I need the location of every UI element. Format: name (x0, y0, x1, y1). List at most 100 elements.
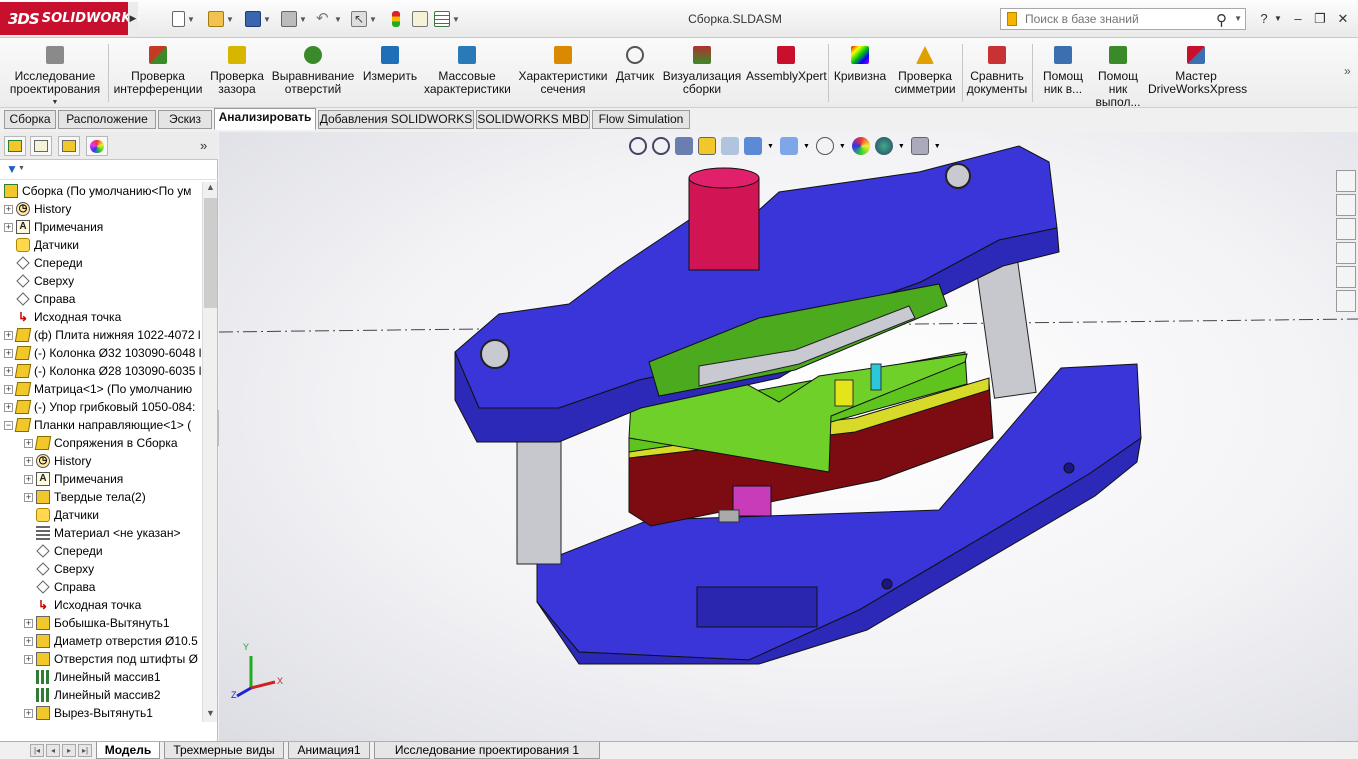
tree-item[interactable]: + Твердые тела(2) (24, 488, 146, 506)
tab-assembly[interactable]: Сборка (4, 110, 56, 129)
tab-flow-simulation[interactable]: Flow Simulation (592, 110, 690, 129)
search-input[interactable] (1025, 12, 1205, 26)
expand-icon[interactable]: + (4, 348, 13, 358)
previous-tab-icon[interactable]: ◂ (46, 744, 60, 757)
chevron-down-icon[interactable]: ▼ (369, 15, 377, 24)
custom-properties-icon[interactable] (1336, 290, 1356, 312)
search-icon[interactable]: ⚲ (1216, 11, 1227, 29)
tree-item[interactable]: Датчики (4, 236, 79, 254)
tree-item[interactable]: Линейный массив1 (24, 668, 161, 686)
filter-icon[interactable]: ▼ (6, 162, 18, 176)
expand-panel-icon[interactable]: » (200, 138, 207, 153)
options-button[interactable]: ▼ (434, 10, 460, 28)
tree-scrollbar[interactable]: ▲ ▼ (202, 182, 217, 722)
assembly-model-svg[interactable] (219, 132, 1358, 741)
expand-icon[interactable]: + (24, 456, 33, 466)
assistant-button[interactable]: Помощ ник в... (1038, 42, 1088, 96)
expand-icon[interactable]: + (24, 492, 33, 502)
property-manager-tab[interactable] (30, 136, 52, 156)
section-properties-button[interactable]: Характеристики сечения (516, 42, 610, 96)
new-document-button[interactable]: ▼ (172, 10, 195, 28)
tree-item[interactable]: Справа (24, 578, 95, 596)
curvature-button[interactable]: Кривизна (832, 42, 888, 83)
chevron-down-icon[interactable]: ▼ (226, 15, 234, 24)
tab-3d-views[interactable]: Трехмерные виды (164, 742, 284, 759)
configuration-manager-tab[interactable] (58, 136, 80, 156)
tree-item[interactable]: − Планки направляющие<1> ( (4, 416, 191, 434)
minimize-icon[interactable]: – (1288, 10, 1308, 28)
tree-item[interactable]: ↳ Исходная точка (4, 308, 121, 326)
select-button[interactable]: ↖ ▼ (351, 10, 377, 28)
tree-item[interactable]: Сверху (4, 272, 74, 290)
scroll-thumb[interactable] (204, 198, 217, 308)
expand-icon[interactable]: + (24, 636, 33, 646)
expand-icon[interactable]: + (4, 204, 13, 214)
measure-button[interactable]: Измерить (360, 42, 420, 83)
design-study-button[interactable]: Исследование проектирования ▼ (4, 42, 106, 109)
last-tab-icon[interactable]: ▸| (78, 744, 92, 757)
expand-icon[interactable]: + (4, 366, 13, 376)
interference-check-button[interactable]: Проверка интерференции (112, 42, 204, 96)
sensor-button[interactable]: Датчик (612, 42, 658, 83)
tree-item[interactable]: + ◷ History (4, 200, 71, 218)
rebuild-button[interactable] (392, 10, 400, 28)
clearance-check-button[interactable]: Проверка зазора (206, 42, 268, 96)
tree-item[interactable]: + Бобышка-Вытянуть1 (24, 614, 170, 632)
tree-item[interactable]: ↳ Исходная точка (24, 596, 141, 614)
tree-item[interactable]: + A Примечания (24, 470, 123, 488)
mass-properties-button[interactable]: Массовые характеристики (424, 42, 511, 96)
appearances-icon[interactable] (1336, 266, 1356, 288)
expand-icon[interactable]: + (4, 330, 13, 340)
restore-icon[interactable]: ❐ (1310, 10, 1330, 28)
tree-item[interactable]: + ◷ History (24, 452, 91, 470)
open-button[interactable]: ▼ (208, 10, 234, 28)
tree-item[interactable]: + (-) Колонка Ø32 103090-6048 l (4, 344, 201, 362)
tab-sketch[interactable]: Эскиз (158, 110, 212, 129)
tree-item[interactable]: + Отверстия под штифты Ø (24, 650, 198, 668)
tree-item[interactable]: + (ф) Плита нижняя 1022-4072 l (4, 326, 201, 344)
undo-button[interactable]: ↶ ▼ (316, 10, 342, 28)
expand-icon[interactable]: + (4, 384, 13, 394)
chevron-down-icon[interactable]: ▼ (452, 15, 460, 24)
chevron-down-icon[interactable]: ▼ (263, 15, 271, 24)
tree-item[interactable]: Спереди (24, 542, 103, 560)
symmetry-check-button[interactable]: Проверка симметрии (892, 42, 958, 96)
solidworks-logo[interactable]: 3DS SOLIDWORKS ▶ (0, 2, 141, 35)
view-palette-icon[interactable] (1336, 242, 1356, 264)
tab-animation[interactable]: Анимация1 (288, 742, 370, 759)
first-tab-icon[interactable]: |◂ (30, 744, 44, 757)
tree-item[interactable]: + (-) Упор грибковый 1050-084: (4, 398, 195, 416)
left-pillar[interactable] (516, 431, 562, 565)
tree-item[interactable]: + A Примечания (4, 218, 103, 236)
graphics-area[interactable]: ▼ ▼ ▼ ▼ ▼ Y X Z (219, 132, 1358, 741)
assembly-visualization-button[interactable]: Визуализация сборки (660, 42, 744, 96)
tab-solidworks-mbd[interactable]: SOLIDWORKS MBD (476, 110, 590, 129)
next-tab-icon[interactable]: ▸ (62, 744, 76, 757)
tree-item[interactable]: Датчики (24, 506, 99, 524)
tree-item[interactable]: + Диаметр отверстия Ø10.5 (24, 632, 198, 650)
print-button[interactable]: ▼ (281, 10, 307, 28)
scroll-up-icon[interactable]: ▲ (203, 182, 218, 196)
scroll-down-icon[interactable]: ▼ (203, 708, 218, 722)
chevron-down-icon[interactable]: ▼ (1268, 10, 1288, 28)
tree-item[interactable]: Спереди (4, 254, 83, 272)
file-explorer-icon[interactable] (1336, 218, 1356, 240)
hole-alignment-button[interactable]: Выравнивание отверстий (270, 42, 356, 96)
expand-icon[interactable]: + (24, 708, 33, 718)
expand-icon[interactable]: + (4, 222, 13, 232)
tree-item[interactable]: + Матрица<1> (По умолчанию (4, 380, 192, 398)
tree-item[interactable]: + Вырез-Вытянуть1 (24, 704, 153, 722)
tab-model[interactable]: Модель (96, 742, 160, 759)
tab-layout[interactable]: Расположение (58, 110, 156, 129)
tree-item[interactable]: Линейный массив2 (24, 686, 161, 704)
menu-arrow-icon[interactable]: ▶ (128, 2, 138, 35)
chevron-down-icon[interactable]: ▼ (18, 165, 25, 172)
expand-icon[interactable]: + (24, 438, 33, 448)
chevron-down-icon[interactable]: ▼ (334, 15, 342, 24)
tab-evaluate[interactable]: Анализировать (214, 108, 316, 130)
tree-root-assembly[interactable]: Сборка (По умолчанию<По ум (4, 182, 191, 200)
tree-item[interactable]: Материал <не указан> (24, 524, 180, 542)
execution-assistant-button[interactable]: Помощ ник выпол... (1092, 42, 1144, 109)
driveworks-button[interactable]: Мастер DriveWorksXpress (1148, 42, 1247, 96)
tree-item[interactable]: Справа (4, 290, 75, 308)
